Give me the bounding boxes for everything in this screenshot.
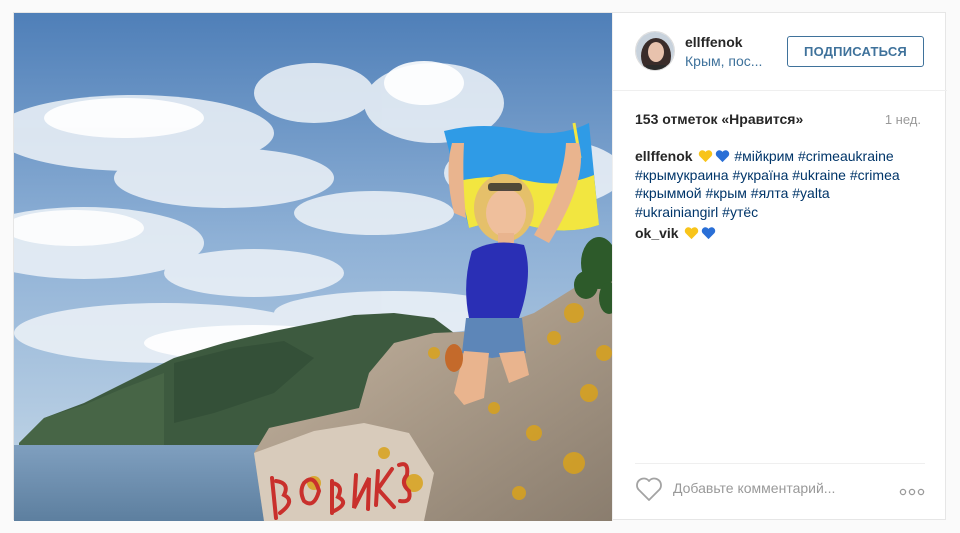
more-options-button[interactable]	[899, 484, 925, 496]
location-link[interactable]: Крым, пос...	[685, 53, 762, 69]
hashtag-link[interactable]: #ялта	[751, 185, 789, 201]
blue-heart-icon	[702, 227, 716, 240]
hashtag-link[interactable]: #мійкрим	[734, 148, 794, 164]
hashtag-link[interactable]: #ukraine	[792, 167, 846, 183]
post-photo[interactable]	[14, 13, 612, 521]
yellow-heart-icon	[685, 227, 699, 240]
comment-username[interactable]: ok_vik	[635, 225, 679, 241]
post-details-panel: ellffenok Крым, пос... ПОДПИСАТЬСЯ 153 о…	[612, 13, 947, 521]
follow-button[interactable]: ПОДПИСАТЬСЯ	[787, 36, 924, 67]
likes-count[interactable]: 153 отметок «Нравится»	[635, 111, 803, 127]
post-time[interactable]: 1 нед.	[885, 112, 921, 127]
hashtag-link[interactable]: #крымукраина	[635, 167, 729, 183]
heart-icon	[636, 477, 662, 501]
comment-bar	[635, 463, 925, 509]
avatar-image	[636, 32, 674, 70]
hashtag-link[interactable]: #ukrainiangirl	[635, 204, 718, 220]
avatar[interactable]	[635, 31, 675, 71]
blue-heart-icon	[716, 150, 730, 163]
post-caption: ellffenok #мійкрим #crimeaukraine #крыму…	[635, 147, 925, 221]
hashtag-link[interactable]: #yalta	[792, 185, 829, 201]
hashtag-link[interactable]: #утёс	[722, 204, 758, 220]
post-header: ellffenok Крым, пос... ПОДПИСАТЬСЯ	[613, 13, 947, 91]
caption-username[interactable]: ellffenok	[635, 148, 693, 164]
yellow-heart-icon	[699, 150, 713, 163]
like-button[interactable]	[635, 476, 663, 502]
comment-input[interactable]	[673, 476, 883, 500]
hashtag-link[interactable]: #крыммой	[635, 185, 702, 201]
hashtag-link[interactable]: #крым	[706, 185, 747, 201]
post-card: ellffenok Крым, пос... ПОДПИСАТЬСЯ 153 о…	[13, 12, 947, 521]
photo-illustration	[14, 13, 612, 521]
comment-item: ok_vik	[635, 225, 716, 241]
more-options-icon	[899, 488, 925, 496]
hashtag-link[interactable]: #україна	[732, 167, 788, 183]
hashtag-link[interactable]: #crimea	[850, 167, 900, 183]
hashtag-link[interactable]: #crimeaukraine	[798, 148, 894, 164]
username-link[interactable]: ellffenok	[685, 34, 743, 50]
